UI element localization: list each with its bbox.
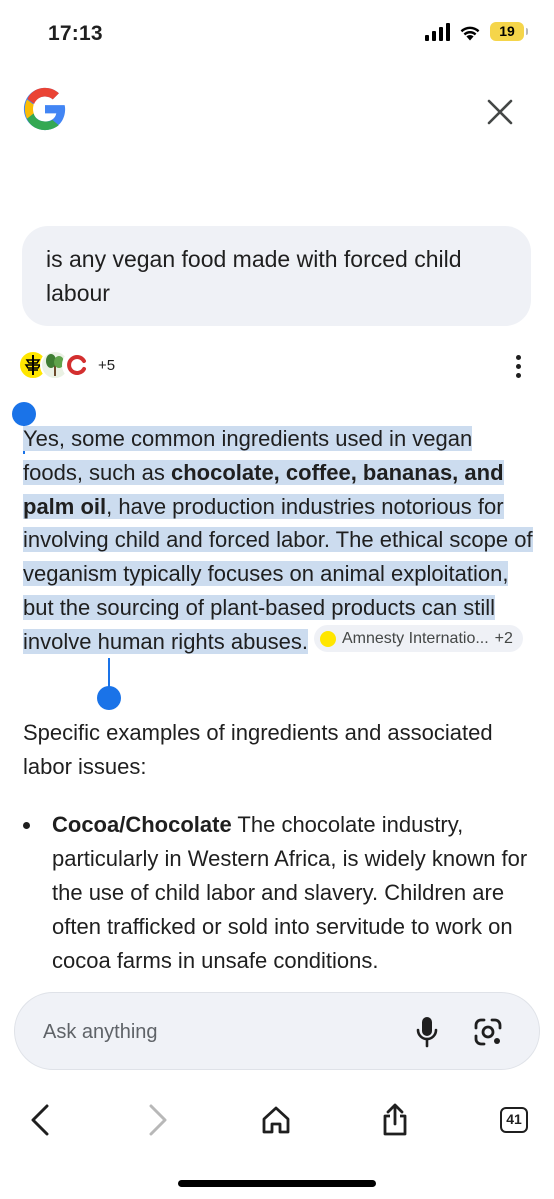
more-options-button[interactable]	[506, 352, 530, 380]
ask-bar	[14, 992, 540, 1070]
selected-text: Yes, some common ingredients used in veg…	[23, 426, 533, 654]
voice-search-button[interactable]	[409, 1013, 445, 1051]
source-chip-label: Amnesty Internatio...	[341, 629, 489, 647]
list-item: Cocoa/Chocolate The chocolate industry, …	[23, 808, 535, 978]
status-time: 17:13	[48, 22, 103, 45]
google-g-icon	[23, 87, 66, 131]
tabs-button[interactable]: 41	[492, 1098, 536, 1142]
more-dot	[515, 363, 521, 369]
google-lens-icon	[474, 1018, 502, 1046]
source-chip-more: +2	[494, 629, 513, 647]
wifi-icon	[460, 26, 480, 40]
status-bar: 17:13 19	[0, 0, 554, 70]
share-icon	[383, 1103, 407, 1136]
back-arrow-icon	[31, 1104, 49, 1136]
selection-end-caret	[108, 658, 110, 688]
forward-arrow-icon	[149, 1104, 167, 1136]
examples-list: Cocoa/Chocolate The chocolate industry, …	[23, 808, 535, 978]
close-icon	[487, 99, 513, 125]
amnesty-icon	[319, 630, 336, 647]
sources-row[interactable]: +5	[18, 350, 115, 380]
red-ring-icon	[62, 350, 92, 380]
selection-end-handle[interactable]	[97, 686, 121, 710]
ai-answer-paragraph: Yes, some common ingredients used in veg…	[23, 422, 535, 659]
back-button[interactable]	[18, 1098, 62, 1142]
home-icon	[262, 1106, 290, 1134]
list-item-title: Cocoa/Chocolate	[52, 812, 232, 837]
share-button[interactable]	[373, 1098, 417, 1142]
source-chip[interactable]: Amnesty Internatio... +2	[313, 625, 523, 653]
status-icons: 19	[425, 22, 528, 41]
tabs-icon: 41	[500, 1107, 528, 1133]
microphone-icon	[416, 1017, 438, 1048]
cellular-signal-icon	[425, 22, 450, 41]
home-indicator	[178, 1180, 376, 1187]
sources-more-count: +5	[98, 356, 116, 374]
close-button[interactable]	[478, 90, 522, 134]
forward-button[interactable]	[136, 1098, 180, 1142]
ask-input[interactable]	[43, 1017, 383, 1047]
home-button[interactable]	[254, 1098, 298, 1142]
more-dot	[515, 354, 521, 360]
browser-toolbar: 41	[0, 1090, 554, 1160]
user-query-bubble: is any vegan food made with forced child…	[22, 226, 531, 326]
section-subhead: Specific examples of ingredients and ass…	[23, 720, 493, 779]
more-dot	[515, 372, 521, 378]
google-lens-button[interactable]	[469, 1013, 507, 1051]
battery-indicator: 19	[490, 22, 528, 41]
